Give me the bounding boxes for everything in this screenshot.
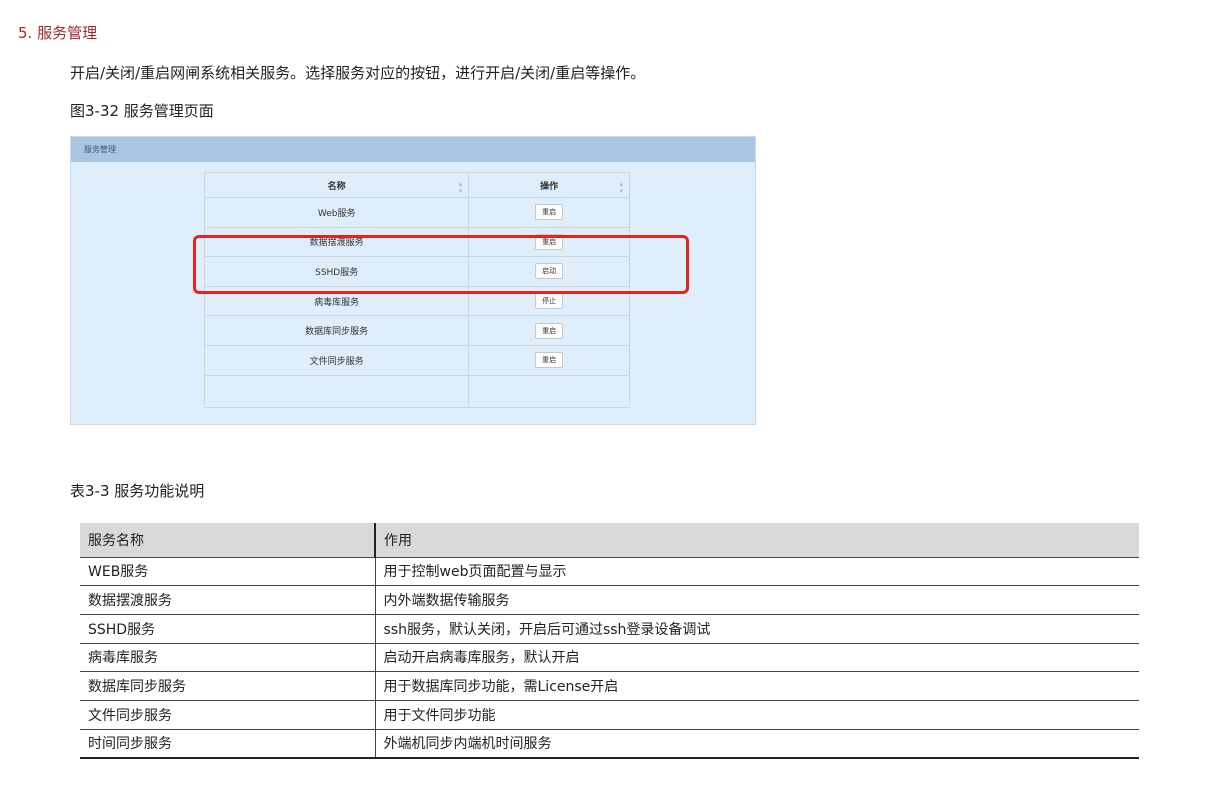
service-name-cell: 数据库同步服务: [80, 671, 376, 701]
function-cell: 用于控制web页面配置与显示: [375, 557, 1139, 587]
service-management-screenshot: 服务管理 名称 ▴ ▾ 操作 ▴ ▾ Web服务 重启 数据摆渡服务 重启 SS…: [70, 136, 756, 425]
service-name-cell: 文件同步服务: [80, 700, 376, 730]
service-name-cell: 病毒库服务: [80, 643, 376, 673]
table-row: WEB服务 用于控制web页面配置与显示: [80, 557, 1139, 587]
table-row: 时间同步服务 外端机同步内端机时间服务: [80, 729, 1139, 759]
service-action-button[interactable]: 重启: [535, 352, 564, 369]
service-action-button[interactable]: 停止: [535, 293, 564, 310]
function-cell: ssh服务，默认关闭，开启后可通过ssh登录设备调试: [375, 614, 1139, 644]
highlight-annotation: [193, 235, 689, 294]
service-name-cell: 数据摆渡服务: [80, 585, 376, 615]
intro-paragraph: 开启/关闭/重启网闸系统相关服务。选择服务对应的按钮，进行开启/关闭/重启等操作…: [70, 64, 646, 82]
service-name-cell: WEB服务: [80, 557, 376, 587]
screenshot-titlebar: 服务管理: [71, 137, 755, 162]
sort-icon[interactable]: ▴ ▾: [619, 181, 623, 195]
table-footer-divider: [204, 407, 630, 408]
service-action-button[interactable]: 重启: [535, 322, 564, 339]
service-name: Web服务: [203, 197, 470, 228]
column-header-name-label: 名称: [327, 181, 346, 192]
column-header-action[interactable]: 操作 ▴ ▾: [468, 172, 630, 198]
table-row: 数据库同步服务 用于数据库同步功能，需License开启: [80, 671, 1139, 701]
column-header-function: 作用: [375, 523, 1139, 558]
sort-icon[interactable]: ▴ ▾: [459, 181, 463, 195]
function-cell: 内外端数据传输服务: [375, 585, 1139, 615]
service-row: 数据库同步服务 重启: [203, 315, 630, 346]
service-row: Web服务 重启: [203, 197, 630, 228]
table-row: 数据摆渡服务 内外端数据传输服务: [80, 585, 1139, 615]
service-action-button[interactable]: 重启: [535, 204, 564, 221]
service-row: 文件同步服务 重启: [203, 344, 630, 376]
service-name: 文件同步服务: [203, 344, 470, 376]
function-cell: 启动开启病毒库服务，默认开启: [375, 643, 1139, 673]
service-name-cell: SSHD服务: [80, 614, 376, 644]
function-cell: 外端机同步内端机时间服务: [375, 729, 1139, 759]
service-function-table: 服务名称 作用 WEB服务 用于控制web页面配置与显示 数据摆渡服务 内外端数…: [80, 523, 1139, 759]
figure-caption: 图3-32 服务管理页面: [70, 102, 214, 120]
function-cell: 用于数据库同步功能，需License开启: [375, 671, 1139, 701]
column-header-name[interactable]: 名称 ▴ ▾: [203, 172, 470, 198]
service-name-cell: 时间同步服务: [80, 729, 376, 759]
function-cell: 用于文件同步功能: [375, 700, 1139, 730]
table-row: 文件同步服务 用于文件同步功能: [80, 700, 1139, 730]
empty-row: [203, 374, 630, 406]
service-name: 数据库同步服务: [203, 315, 470, 346]
table-caption: 表3-3 服务功能说明: [70, 482, 205, 500]
section-heading: 5. 服务管理: [18, 24, 98, 42]
column-header-action-label: 操作: [540, 181, 559, 192]
column-header-service-name: 服务名称: [80, 523, 376, 558]
table-row: 病毒库服务 启动开启病毒库服务，默认开启: [80, 643, 1139, 673]
table-row: SSHD服务 ssh服务，默认关闭，开启后可通过ssh登录设备调试: [80, 614, 1139, 644]
